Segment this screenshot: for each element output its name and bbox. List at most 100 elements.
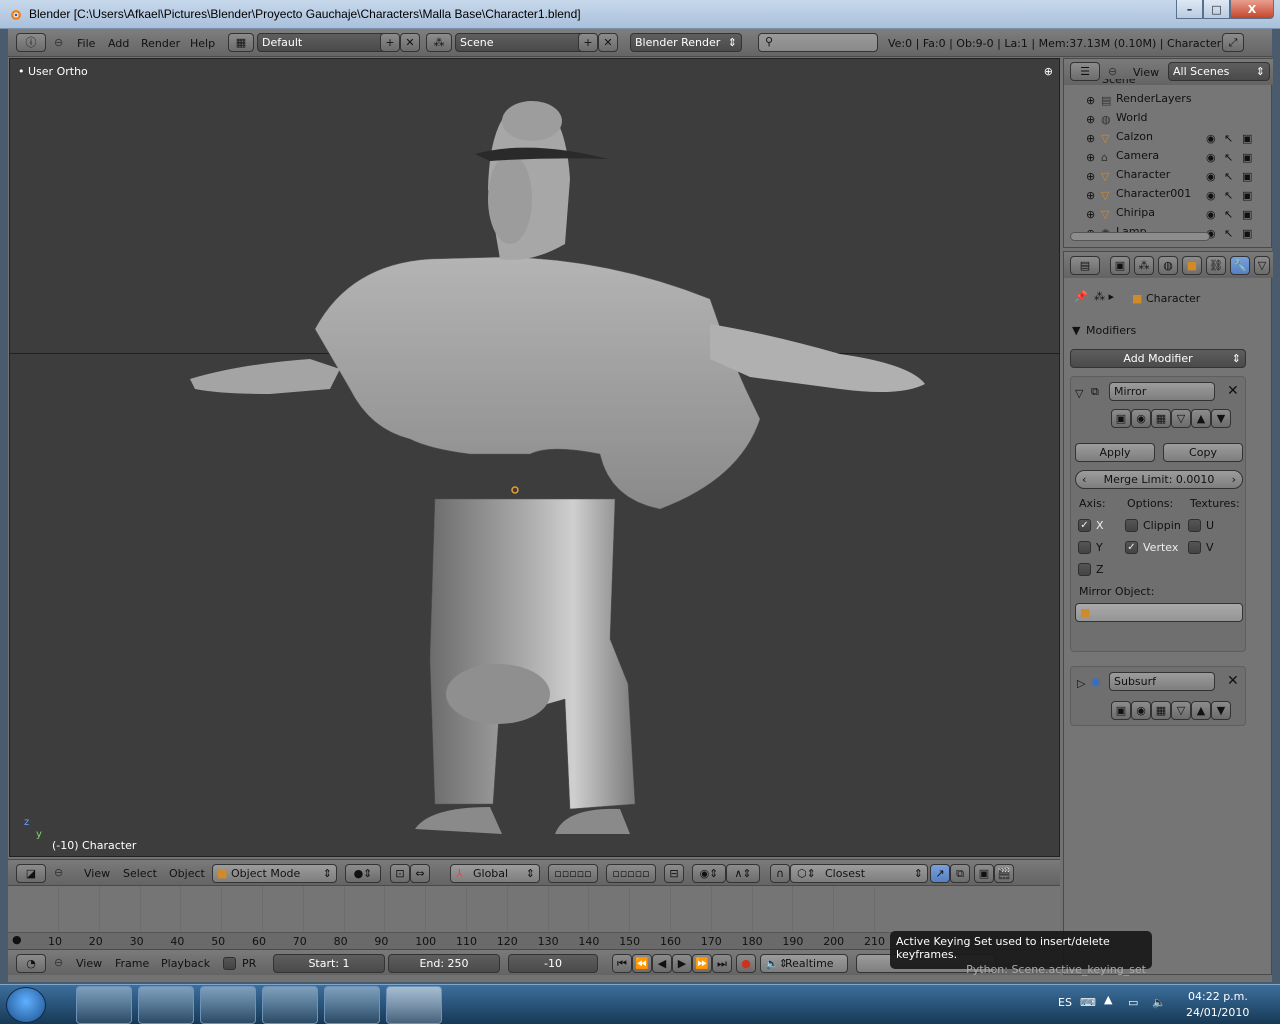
mirror-object-field[interactable]: ■ [1075, 603, 1243, 622]
panel-collapse-arrow-icon[interactable]: ▼ [1072, 324, 1080, 337]
copy-button[interactable]: Copy [1163, 443, 1243, 462]
collapse-icon[interactable]: ⊖ [54, 956, 63, 969]
axis-x-checkbox[interactable]: ✓ [1078, 519, 1091, 532]
3d-viewport[interactable]: • User Ortho ⊕ z y (-10) Character [9, 58, 1060, 857]
world-context-icon[interactable]: ◍ [1158, 256, 1178, 275]
menu-playback[interactable]: Playback [161, 957, 210, 970]
preview-range-checkbox[interactable] [223, 957, 236, 970]
messenger-taskbar-icon[interactable] [200, 986, 256, 1024]
jump-start-icon[interactable]: ⏮ [612, 954, 632, 973]
layers-row-2[interactable]: ▫▫▫▫▫ [606, 864, 656, 883]
align-rotation-icon[interactable]: ↗ [930, 864, 950, 883]
editor-type-timeline-icon[interactable]: ◔ [16, 954, 46, 973]
increment-arrow-icon[interactable]: › [1232, 471, 1236, 488]
move-up-icon[interactable]: ▲ [1191, 409, 1211, 428]
viewport-toggle-icon[interactable]: ◉ [1131, 701, 1151, 720]
menu-help[interactable]: Help [190, 37, 215, 50]
add-scene-icon[interactable]: + [578, 33, 598, 52]
menu-file[interactable]: File [77, 37, 95, 50]
editor-type-info-icon[interactable]: ⓘ [16, 33, 46, 52]
minimize-button[interactable]: – [1176, 0, 1203, 19]
outliner-item[interactable]: ⊕ ⌂ Camera ◉ ↖ ▣ [1064, 146, 1273, 165]
end-frame-field[interactable]: End: 250 [388, 954, 500, 973]
clipping-checkbox[interactable] [1125, 519, 1138, 532]
editor-type-properties-icon[interactable]: ▤ [1070, 256, 1100, 275]
texture-u-checkbox[interactable] [1188, 519, 1201, 532]
viewport-toggle-icon[interactable]: ◉ [1131, 409, 1151, 428]
axis-y-checkbox[interactable] [1078, 541, 1091, 554]
mirror-name-field[interactable]: Mirror [1109, 382, 1215, 401]
menu-render[interactable]: Render [141, 37, 180, 50]
subsurf-name-field[interactable]: Subsurf [1109, 672, 1215, 691]
constraints-context-icon[interactable]: ⛓ [1206, 256, 1226, 275]
data-context-icon[interactable]: ▽ [1254, 256, 1270, 275]
manipulator-icon[interactable]: ⇔ [410, 864, 430, 883]
render-engine-select[interactable]: Blender Render ⇕ [630, 33, 742, 52]
tray-arrow-icon[interactable]: ▲ [1104, 993, 1112, 1006]
project-icon[interactable]: ⧉ [950, 864, 970, 883]
render-still-icon[interactable]: ▣ [974, 864, 994, 883]
outliner-item[interactable]: ⊕ ▽ Character ◉ ↖ ▣ [1064, 165, 1273, 184]
paint-taskbar-icon[interactable] [262, 986, 318, 1024]
vertex-groups-checkbox[interactable]: ✓ [1125, 541, 1138, 554]
viewport-shading-icon[interactable]: ●⇕ [345, 864, 381, 883]
blender-taskbar-icon[interactable] [386, 986, 442, 1024]
editmode-toggle-icon[interactable]: ▦ [1151, 701, 1171, 720]
sync-mode-select[interactable]: 🔈⇕ Realtime [760, 954, 848, 973]
play-icon[interactable]: ▶ [672, 954, 692, 973]
editor-type-3dview-icon[interactable]: ◪ [16, 864, 46, 883]
snap-magnet-icon[interactable]: ∩ [770, 864, 790, 883]
modifiers-context-icon[interactable]: 🔧 [1230, 256, 1250, 275]
start-frame-field[interactable]: Start: 1 [273, 954, 385, 973]
scene-icon[interactable]: ⁂ [426, 33, 452, 52]
play-reverse-icon[interactable]: ◀ [652, 954, 672, 973]
outliner-item[interactable]: ⊕ ◍ World [1064, 108, 1273, 127]
clock-time[interactable]: 04:22 p.m. [1188, 990, 1248, 1003]
screen-layout-field[interactable]: Default [257, 33, 387, 52]
network-icon[interactable]: ▭ [1128, 996, 1138, 1009]
layers-row-1[interactable]: ▫▫▫▫▫ [548, 864, 598, 883]
merge-limit-field[interactable]: ‹ Merge Limit: 0.0010 › [1075, 470, 1243, 489]
clock-date[interactable]: 24/01/2010 [1186, 1006, 1249, 1019]
app-taskbar-icon[interactable] [324, 986, 380, 1024]
cage-toggle-icon[interactable]: ▽ [1171, 409, 1191, 428]
object-context-icon[interactable]: ■ [1182, 256, 1202, 275]
close-button[interactable]: X [1230, 0, 1274, 19]
select-arrow-icon[interactable]: ↖ [1224, 224, 1233, 243]
collapse-icon[interactable]: ⊖ [54, 36, 63, 49]
editmode-toggle-icon[interactable]: ▦ [1151, 409, 1171, 428]
timeline-scroll-handle[interactable]: ● [12, 933, 22, 946]
remove-modifier-icon[interactable]: ✕ [1227, 383, 1239, 399]
move-down-icon[interactable]: ▼ [1211, 701, 1231, 720]
collapse-icon[interactable]: ⊖ [1108, 65, 1117, 78]
character-mesh[interactable] [10, 59, 1060, 857]
outliner-item[interactable]: ⊕ ▽ Character001 ◉ ↖ ▣ [1064, 184, 1273, 203]
snap-target-select[interactable]: ⬡⇕ Closest ⇕ [790, 864, 928, 883]
keyboard-icon[interactable]: ⌨ [1080, 996, 1096, 1009]
jump-keyframe-back-icon[interactable]: ⏪ [632, 954, 652, 973]
jump-keyframe-forward-icon[interactable]: ⏩ [692, 954, 712, 973]
remove-screen-icon[interactable]: ✕ [400, 33, 420, 52]
search-field[interactable]: ⚲ [758, 33, 878, 52]
render-context-icon[interactable]: ▣ [1110, 256, 1130, 275]
menu-view[interactable]: View [76, 957, 102, 970]
proportional-edit-icon[interactable]: ◉⇕ [692, 864, 726, 883]
remove-modifier-icon[interactable]: ✕ [1227, 673, 1239, 689]
explorer-taskbar-icon[interactable] [138, 986, 194, 1024]
current-frame-field[interactable]: -10 [508, 954, 598, 973]
move-down-icon[interactable]: ▼ [1211, 409, 1231, 428]
render-anim-icon[interactable]: 🎬 [994, 864, 1014, 883]
cage-toggle-icon[interactable]: ▽ [1171, 701, 1191, 720]
expand-arrow-icon[interactable]: ▷ [1077, 677, 1085, 690]
screen-layout-icon[interactable]: ▦ [228, 33, 254, 52]
add-screen-icon[interactable]: + [380, 33, 400, 52]
menu-add[interactable]: Add [108, 37, 129, 50]
collapse-icon[interactable]: ⊖ [54, 866, 63, 879]
language-indicator[interactable]: ES [1058, 996, 1072, 1009]
modifiers-panel-title[interactable]: Modifiers [1086, 324, 1136, 337]
mode-select[interactable]: ■ Object Mode ⇕ [212, 864, 337, 883]
orientation-select[interactable]: ⅄ Global ⇕ [450, 864, 540, 883]
remove-scene-icon[interactable]: ✕ [598, 33, 618, 52]
fullscreen-icon[interactable]: ⤢ [1222, 33, 1244, 52]
menu-view[interactable]: View [1133, 66, 1159, 79]
